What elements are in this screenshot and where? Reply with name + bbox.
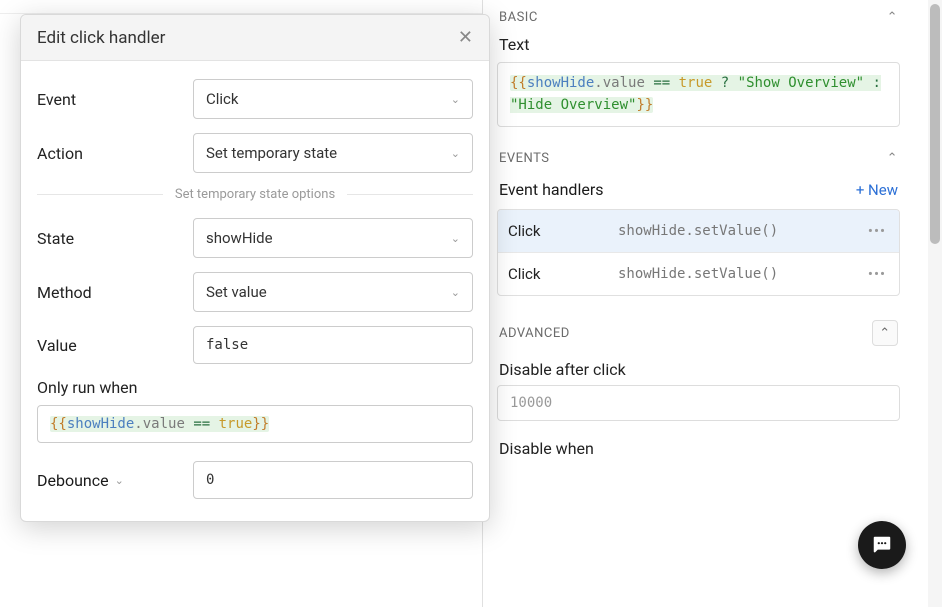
event-handlers-table: Click showHide.setValue() ••• Click show… — [497, 209, 900, 296]
close-icon[interactable]: ✕ — [458, 27, 473, 48]
more-dots-icon[interactable]: ••• — [865, 265, 889, 283]
field-label-state: State — [37, 229, 193, 248]
input-value: false — [206, 337, 248, 353]
section-basic-header[interactable]: BASIC ⌃ — [483, 0, 914, 33]
select-value: Click — [206, 90, 239, 108]
handler-row[interactable]: Click showHide.setValue() ••• — [498, 253, 899, 295]
section-heading: ADVANCED — [499, 326, 570, 341]
select-value: showHide — [206, 229, 273, 247]
more-dots-icon[interactable]: ••• — [865, 222, 889, 240]
inspector-panel: BASIC ⌃ Text {{showHide.value == true ? … — [482, 0, 914, 607]
field-label-disable-when: Disable when — [483, 433, 914, 464]
section-heading: BASIC — [499, 10, 538, 25]
chevron-down-icon: ⌄ — [451, 232, 460, 245]
handler-event: Click — [508, 222, 618, 240]
field-label-disable-after: Disable after click — [483, 354, 914, 385]
section-advanced-header[interactable]: ADVANCED ⌃ — [483, 310, 914, 354]
disable-after-input[interactable]: 10000 — [497, 385, 900, 421]
debounce-input[interactable]: 0 — [193, 461, 473, 499]
field-label-method: Method — [37, 283, 193, 302]
text-expression-input[interactable]: {{showHide.value == true ? "Show Overvie… — [497, 62, 900, 127]
handler-row[interactable]: Click showHide.setValue() ••• — [498, 210, 899, 253]
field-label-event: Event — [37, 90, 193, 109]
select-value: Set value — [206, 283, 267, 301]
section-events-header[interactable]: EVENTS ⌃ — [483, 141, 914, 174]
select-value: Set temporary state — [206, 144, 337, 162]
field-label-debounce: Debounce — [37, 471, 109, 490]
field-label-action: Action — [37, 144, 193, 163]
help-button[interactable] — [858, 521, 906, 569]
field-label-text: Text — [483, 33, 914, 62]
handler-action: showHide.setValue() — [618, 266, 865, 282]
chevron-down-icon: ⌄ — [451, 286, 460, 299]
method-select[interactable]: Set value ⌄ — [193, 272, 473, 312]
event-select[interactable]: Click ⌄ — [193, 79, 473, 119]
chevron-down-icon: ⌄ — [451, 147, 460, 160]
edit-handler-modal: Edit click handler ✕ Event Click ⌄ Actio… — [20, 14, 490, 522]
run-when-input[interactable]: {{showHide.value == true}} — [37, 405, 473, 443]
field-label-value: Value — [37, 336, 193, 355]
new-handler-link[interactable]: + New — [856, 181, 898, 199]
value-input[interactable]: false — [193, 326, 473, 364]
handler-event: Click — [508, 265, 618, 283]
action-select[interactable]: Set temporary state ⌄ — [193, 133, 473, 173]
handler-action: showHide.setValue() — [618, 223, 865, 239]
modal-title: Edit click handler — [37, 28, 165, 48]
chevron-down-icon: ⌄ — [451, 93, 460, 106]
chat-icon — [871, 534, 893, 556]
options-divider: Set temporary state options — [37, 187, 473, 202]
chevron-up-icon[interactable]: ⌃ — [872, 320, 898, 346]
input-value: 0 — [206, 472, 214, 488]
section-heading: EVENTS — [499, 151, 550, 166]
field-label-run-when: Only run when — [37, 378, 473, 397]
chevron-down-icon[interactable]: ⌄ — [115, 474, 124, 487]
scrollbar-thumb[interactable] — [930, 4, 940, 244]
event-handlers-label: Event handlers — [499, 180, 604, 199]
chevron-up-icon: ⌃ — [887, 151, 898, 166]
scrollbar[interactable] — [928, 0, 942, 607]
state-select[interactable]: showHide ⌄ — [193, 218, 473, 258]
chevron-up-icon: ⌃ — [887, 10, 898, 25]
